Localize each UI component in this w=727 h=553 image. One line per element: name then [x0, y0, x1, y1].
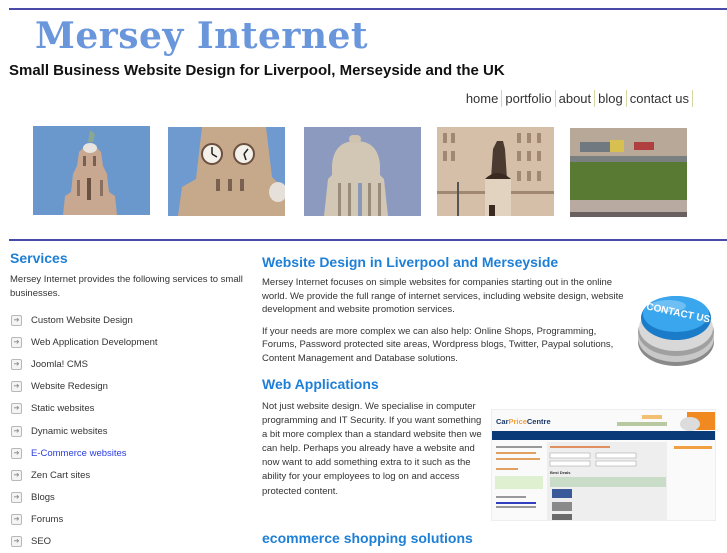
nav-blog[interactable]: blog [595, 90, 627, 107]
service-link-active[interactable]: E-Commerce websites [31, 448, 127, 459]
service-item[interactable]: ➔ Dynamic websites [10, 420, 245, 442]
screenshot-brand-car: Car [496, 417, 509, 426]
arrow-right-icon: ➔ [11, 469, 22, 481]
photo-dome [304, 127, 421, 216]
ecommerce-heading: ecommerce shopping solutions [262, 530, 473, 546]
service-link[interactable]: Zen Cart sites [31, 470, 90, 481]
photo-clock-tower [168, 127, 285, 216]
arrow-right-icon: ➔ [11, 381, 22, 393]
service-item[interactable]: ➔ Joomla! CMS [10, 353, 245, 375]
screenshot-brand-centre: Centre [527, 417, 551, 426]
site-title[interactable]: Mersey Internet [35, 13, 368, 59]
arrow-right-icon: ➔ [11, 314, 22, 326]
screenshot-table-title: Best Deals [550, 470, 571, 475]
service-item[interactable]: ➔ E-Commerce websites [10, 442, 245, 464]
service-item[interactable]: ➔ Static websites [10, 398, 245, 420]
service-item[interactable]: ➔ Web Application Development [10, 331, 245, 353]
service-link[interactable]: Custom Website Design [31, 315, 133, 326]
top-divider [9, 8, 727, 10]
service-link[interactable]: Forums [31, 514, 63, 525]
contact-us-button[interactable]: CONTACT US [634, 280, 718, 370]
intro-section: Website Design in Liverpool and Merseysi… [262, 254, 632, 373]
service-link[interactable]: Dynamic websites [31, 426, 108, 437]
service-link[interactable]: Web Application Development [31, 337, 158, 348]
service-link[interactable]: Website Redesign [31, 381, 108, 392]
photo-pier-head-lawn [570, 128, 687, 217]
web-applications-paragraph: Not just website design. We specialise i… [262, 401, 482, 497]
intro-paragraph-1: Mersey Internet focuses on simple websit… [262, 277, 624, 315]
web-applications-section: Web Applications Not just website design… [262, 376, 484, 507]
arrow-right-icon: ➔ [11, 425, 22, 437]
web-applications-heading: Web Applications [262, 376, 379, 392]
intro-paragraph-2: If your needs are more complex we can al… [262, 325, 614, 364]
carpricecentre-screenshot[interactable]: CarPriceCentre Best Deals [491, 409, 716, 521]
nav-about[interactable]: about [556, 90, 596, 107]
screenshot-brand-price: Price [509, 417, 527, 426]
service-item[interactable]: ➔ Website Redesign [10, 376, 245, 398]
arrow-right-icon: ➔ [11, 514, 22, 526]
nav-contact-us[interactable]: contact us [627, 90, 693, 107]
photo-liver-building-tower [33, 126, 150, 215]
section-divider [9, 239, 727, 241]
ecommerce-section: ecommerce shopping solutions [262, 530, 473, 546]
service-item[interactable]: ➔ SEO [10, 531, 245, 553]
services-list: ➔ Custom Website Design ➔ Web Application … [10, 309, 245, 553]
arrow-right-icon: ➔ [11, 358, 22, 370]
arrow-right-icon: ➔ [11, 536, 22, 548]
service-link[interactable]: Static websites [31, 403, 94, 414]
services-sidebar: Services Mersey Internet provides the fo… [10, 250, 245, 553]
arrow-right-icon: ➔ [11, 492, 22, 504]
services-heading: Services [10, 250, 68, 266]
arrow-right-icon: ➔ [11, 403, 22, 415]
service-link[interactable]: SEO [31, 536, 51, 547]
svg-text:CarPriceCentre: CarPriceCentre [496, 417, 551, 426]
arrow-right-icon: ➔ [11, 447, 22, 459]
service-item[interactable]: ➔ Blogs [10, 487, 245, 509]
service-item[interactable]: ➔ Forums [10, 509, 245, 531]
site-tagline: Small Business Website Design for Liverp… [9, 62, 505, 79]
service-item[interactable]: ➔ Custom Website Design [10, 309, 245, 331]
nav-home[interactable]: home [463, 90, 503, 107]
arrow-right-icon: ➔ [11, 336, 22, 348]
photo-statue [437, 127, 554, 216]
services-intro: Mersey Internet provides the following s… [10, 274, 243, 299]
service-link[interactable]: Joomla! CMS [31, 359, 88, 370]
website-design-heading: Website Design in Liverpool and Merseysi… [262, 254, 559, 270]
service-link[interactable]: Blogs [31, 492, 55, 503]
photo-strip [0, 126, 727, 218]
contact-button-graphic: CONTACT US [638, 296, 714, 366]
main-nav: home portfolio about blog contact us [463, 90, 693, 107]
service-item[interactable]: ➔ Zen Cart sites [10, 464, 245, 486]
nav-portfolio[interactable]: portfolio [502, 90, 556, 107]
